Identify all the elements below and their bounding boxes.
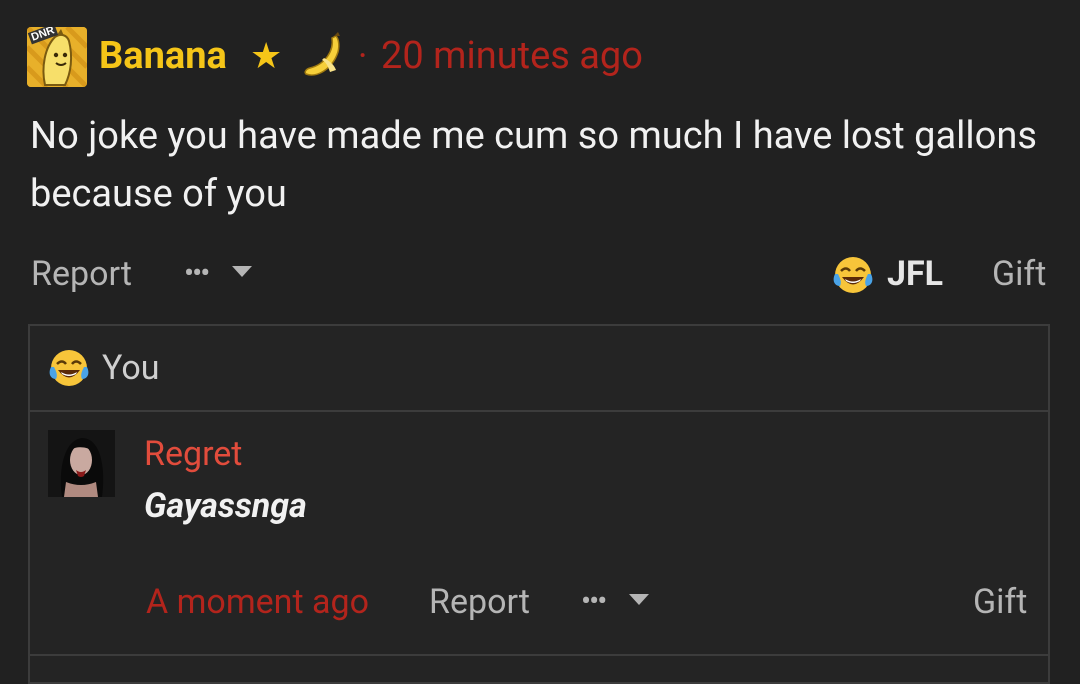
tears-of-joy-icon[interactable]	[832, 254, 874, 296]
commenter-avatar[interactable]: DNR	[27, 27, 87, 87]
reply-timestamp: A moment ago	[146, 582, 369, 622]
reply-username[interactable]: Regret	[144, 430, 242, 478]
tears-of-joy-icon	[48, 347, 90, 389]
reply-avatar[interactable]	[48, 430, 115, 497]
comment-timestamp: 20 minutes ago	[381, 34, 643, 78]
reactor-name[interactable]: You	[102, 344, 159, 392]
report-button[interactable]: Report	[31, 250, 132, 298]
chevron-down-icon[interactable]	[232, 266, 252, 277]
banana-icon	[300, 30, 348, 82]
profile-photo-icon	[48, 430, 115, 497]
reply-report-button[interactable]: Report	[429, 578, 530, 626]
reaction-button[interactable]: JFL	[887, 250, 943, 298]
more-options-button[interactable]: •••	[184, 250, 210, 298]
gift-button[interactable]: Gift	[992, 250, 1046, 298]
timestamp-separator: ·	[358, 35, 368, 77]
divider	[30, 654, 1048, 656]
reply-more-options-button[interactable]: •••	[581, 578, 607, 626]
reactions-row	[30, 326, 1048, 412]
star-icon: ★	[250, 35, 283, 77]
commenter-username[interactable]: Banana	[99, 30, 227, 82]
comment-body: No joke you have made me cum so much I h…	[30, 114, 1037, 216]
reply-body: Gayassnga	[144, 486, 307, 526]
chevron-down-icon[interactable]	[629, 594, 649, 605]
reply-gift-button[interactable]: Gift	[973, 578, 1027, 626]
